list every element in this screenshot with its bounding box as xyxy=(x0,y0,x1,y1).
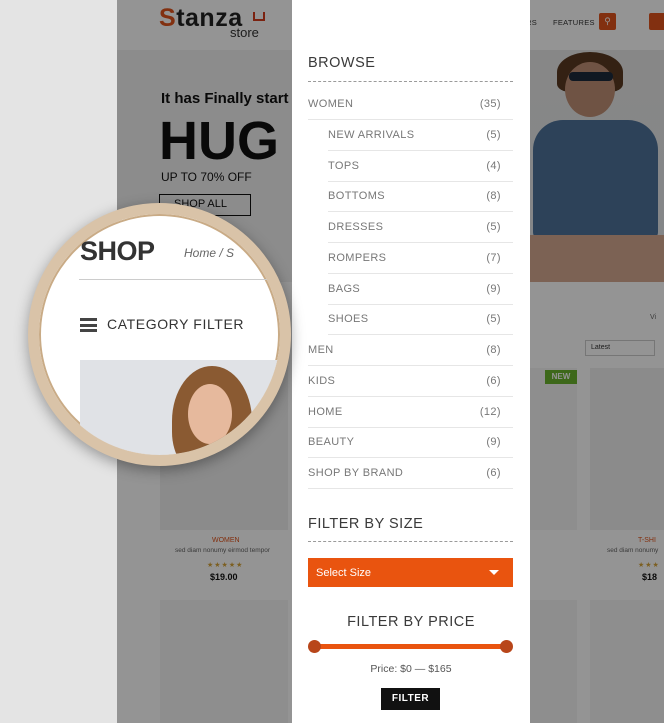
category-count: (8) xyxy=(486,344,501,356)
category-item[interactable]: WOMEN (35) xyxy=(308,89,513,120)
heading-divider xyxy=(308,81,513,82)
category-item[interactable]: ROMPERS (7) xyxy=(328,243,513,274)
category-label: BOTTOMS xyxy=(328,190,385,203)
category-item[interactable]: NEW ARRIVALS (5) xyxy=(328,120,513,151)
price-slider-min-handle[interactable] xyxy=(308,640,321,653)
category-count: (5) xyxy=(486,313,501,326)
category-count: (9) xyxy=(486,282,501,295)
hamburger-icon[interactable] xyxy=(80,318,97,332)
category-count: (12) xyxy=(479,405,501,418)
category-count: (4) xyxy=(486,159,501,172)
category-label: MEN xyxy=(308,344,334,356)
category-item[interactable]: TOPS (4) xyxy=(328,151,513,182)
category-item[interactable]: KIDS (6) xyxy=(308,366,513,397)
category-count: (7) xyxy=(486,251,501,264)
price-range-label: Price: $0 — $165 xyxy=(370,663,452,675)
category-item[interactable]: SHOES (5) xyxy=(328,304,513,336)
price-filter-heading: FILTER BY PRICE xyxy=(347,614,475,630)
category-item[interactable]: DRESSES (5) xyxy=(328,212,513,243)
heading-divider xyxy=(308,541,513,542)
category-label: HOME xyxy=(308,405,343,418)
product-image xyxy=(80,360,280,455)
size-select-value: Select Size xyxy=(316,566,372,579)
category-count: (35) xyxy=(479,98,501,110)
breadcrumb[interactable]: Home / S xyxy=(184,246,234,260)
chevron-down-icon xyxy=(489,570,499,575)
zoom-magnifier: SHOP Home / S CATEGORY FILTER xyxy=(28,203,291,466)
category-item[interactable]: BEAUTY (9) xyxy=(308,427,513,459)
category-label: NEW ARRIVALS xyxy=(328,128,415,141)
category-label: BEAUTY xyxy=(308,436,355,449)
category-label: SHOP BY BRAND xyxy=(308,467,404,479)
price-slider-track[interactable] xyxy=(314,644,507,649)
page-title: SHOP xyxy=(80,236,155,266)
category-count: (9) xyxy=(486,436,501,449)
category-label: WOMEN xyxy=(308,98,354,110)
category-label: ROMPERS xyxy=(328,251,387,264)
screenshot-frame: Stanza store RS FEATURES ⚲ It has Finall… xyxy=(0,0,664,723)
title-divider xyxy=(79,279,280,280)
category-filter-toggle[interactable]: CATEGORY FILTER xyxy=(107,316,244,332)
browse-heading: BROWSE xyxy=(308,55,376,71)
category-item[interactable]: MEN (8) xyxy=(308,335,513,366)
category-count: (6) xyxy=(486,374,501,387)
filter-button[interactable]: FILTER xyxy=(381,688,440,710)
category-label: SHOES xyxy=(328,313,369,326)
category-item[interactable]: BAGS (9) xyxy=(328,274,513,305)
category-count: (8) xyxy=(486,190,501,203)
category-label: KIDS xyxy=(308,374,336,387)
category-item[interactable]: BOTTOMS (8) xyxy=(328,181,513,213)
category-item[interactable]: HOME (12) xyxy=(308,397,513,428)
category-count: (5) xyxy=(486,128,501,141)
model-face xyxy=(188,384,232,444)
size-select[interactable]: Select Size xyxy=(308,558,513,587)
category-count: (5) xyxy=(486,221,501,233)
category-label: DRESSES xyxy=(328,221,384,233)
category-item[interactable]: SHOP BY BRAND (6) xyxy=(308,458,513,489)
category-label: TOPS xyxy=(328,159,360,172)
category-count: (6) xyxy=(486,467,501,479)
size-filter-heading: FILTER BY SIZE xyxy=(308,516,424,532)
price-slider-max-handle[interactable] xyxy=(500,640,513,653)
category-label: BAGS xyxy=(328,282,361,295)
category-filter-panel: BROWSE WOMEN (35) NEW ARRIVALS (5) TOPS (4) BO… xyxy=(292,0,530,723)
